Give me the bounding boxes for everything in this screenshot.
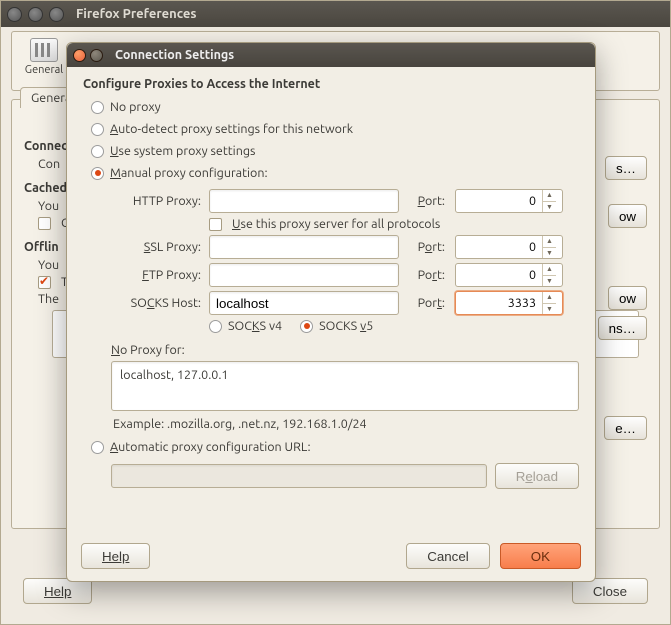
window-maximize-icon[interactable] — [49, 7, 64, 22]
tell-offline-checkbox[interactable] — [38, 276, 51, 289]
ssl-port-spin[interactable]: ▲▼ — [455, 235, 563, 259]
preferences-titlebar: Firefox Preferences — [1, 1, 670, 27]
window-minimize-icon[interactable] — [28, 7, 43, 22]
socks-port-label: Port: — [407, 296, 447, 310]
socks-host-input[interactable] — [209, 291, 399, 315]
radio-icon — [91, 145, 104, 158]
spin-up-icon[interactable]: ▲ — [543, 264, 556, 276]
ssl-proxy-label: SSL Proxy: — [111, 240, 201, 254]
radio-icon — [300, 320, 313, 333]
dialog-titlebar: Connection Settings — [67, 43, 595, 67]
dialog-header: Configure Proxies to Access the Internet — [83, 77, 579, 91]
radio-system-proxy[interactable]: Use system proxy settings — [83, 144, 579, 158]
http-port-spin[interactable]: ▲▼ — [455, 189, 563, 213]
toolbar-item-general[interactable]: General — [18, 38, 70, 76]
ftp-port-spin[interactable]: ▲▼ — [455, 263, 563, 287]
radio-manual-proxy[interactable]: Manual proxy configuration: — [83, 166, 579, 180]
spin-down-icon[interactable]: ▼ — [543, 276, 556, 287]
radio-socks-v5[interactable]: SOCKS v5 — [300, 319, 373, 333]
http-port-label: Port: — [407, 194, 447, 208]
radio-icon — [91, 123, 104, 136]
toolbar-item-label: General — [18, 64, 70, 76]
ssl-port-label: Port: — [407, 240, 447, 254]
socks-host-label: SOCKS Host: — [111, 296, 201, 310]
dialog-title: Connection Settings — [115, 48, 234, 62]
radio-auto-detect[interactable]: Auto-detect proxy settings for this netw… — [83, 122, 579, 136]
radio-icon — [91, 441, 104, 454]
radio-no-proxy[interactable]: No proxy — [83, 100, 579, 114]
preferences-title: Firefox Preferences — [76, 7, 196, 21]
use-all-protocols-checkbox[interactable] — [209, 218, 222, 231]
spin-down-icon[interactable]: ▼ — [543, 202, 556, 213]
sliders-icon — [30, 38, 58, 62]
no-proxy-for-label: No Proxy for: — [83, 343, 579, 357]
spin-up-icon[interactable]: ▲ — [543, 190, 556, 202]
reload-button: Reload — [495, 463, 579, 489]
cache-override-checkbox[interactable] — [38, 217, 51, 230]
ftp-proxy-label: FTP Proxy: — [111, 268, 201, 282]
dialog-help-button[interactable]: Help — [81, 543, 150, 569]
radio-automatic-pac[interactable]: Automatic proxy configuration URL: — [83, 440, 579, 454]
no-proxy-for-input[interactable]: localhost, 127.0.0.1 — [111, 361, 579, 411]
radio-icon — [91, 101, 104, 114]
ssl-proxy-input[interactable] — [209, 235, 399, 259]
http-proxy-label: HTTP Proxy: — [111, 194, 201, 208]
connection-settings-dialog: Connection Settings Configure Proxies to… — [66, 42, 596, 582]
spin-down-icon[interactable]: ▼ — [543, 248, 556, 259]
spin-up-icon[interactable]: ▲ — [543, 292, 556, 304]
remove-button[interactable]: e… — [604, 416, 647, 440]
radio-icon — [209, 320, 222, 333]
dialog-close-icon[interactable] — [73, 49, 86, 62]
spin-up-icon[interactable]: ▲ — [543, 236, 556, 248]
radio-socks-v4[interactable]: SOCKS v4 — [209, 319, 282, 333]
ok-button[interactable]: OK — [500, 543, 581, 569]
clear-now-button-1[interactable]: ow — [608, 204, 647, 228]
dialog-minimize-icon[interactable] — [90, 49, 103, 62]
http-proxy-input[interactable] — [209, 189, 399, 213]
clear-now-button-2[interactable]: ow — [608, 286, 647, 310]
ftp-proxy-input[interactable] — [209, 263, 399, 287]
exceptions-button[interactable]: ns… — [598, 316, 647, 340]
pac-url-input — [111, 464, 487, 488]
no-proxy-example: Example: .mozilla.org, .net.nz, 192.168.… — [85, 417, 579, 431]
window-close-icon[interactable] — [7, 7, 22, 22]
ftp-port-label: Port: — [407, 268, 447, 282]
spin-down-icon[interactable]: ▼ — [543, 304, 556, 315]
settings-button[interactable]: s… — [605, 156, 647, 180]
socks-port-spin[interactable]: ▲▼ — [455, 291, 563, 315]
cancel-button[interactable]: Cancel — [406, 543, 490, 569]
radio-icon — [91, 167, 104, 180]
